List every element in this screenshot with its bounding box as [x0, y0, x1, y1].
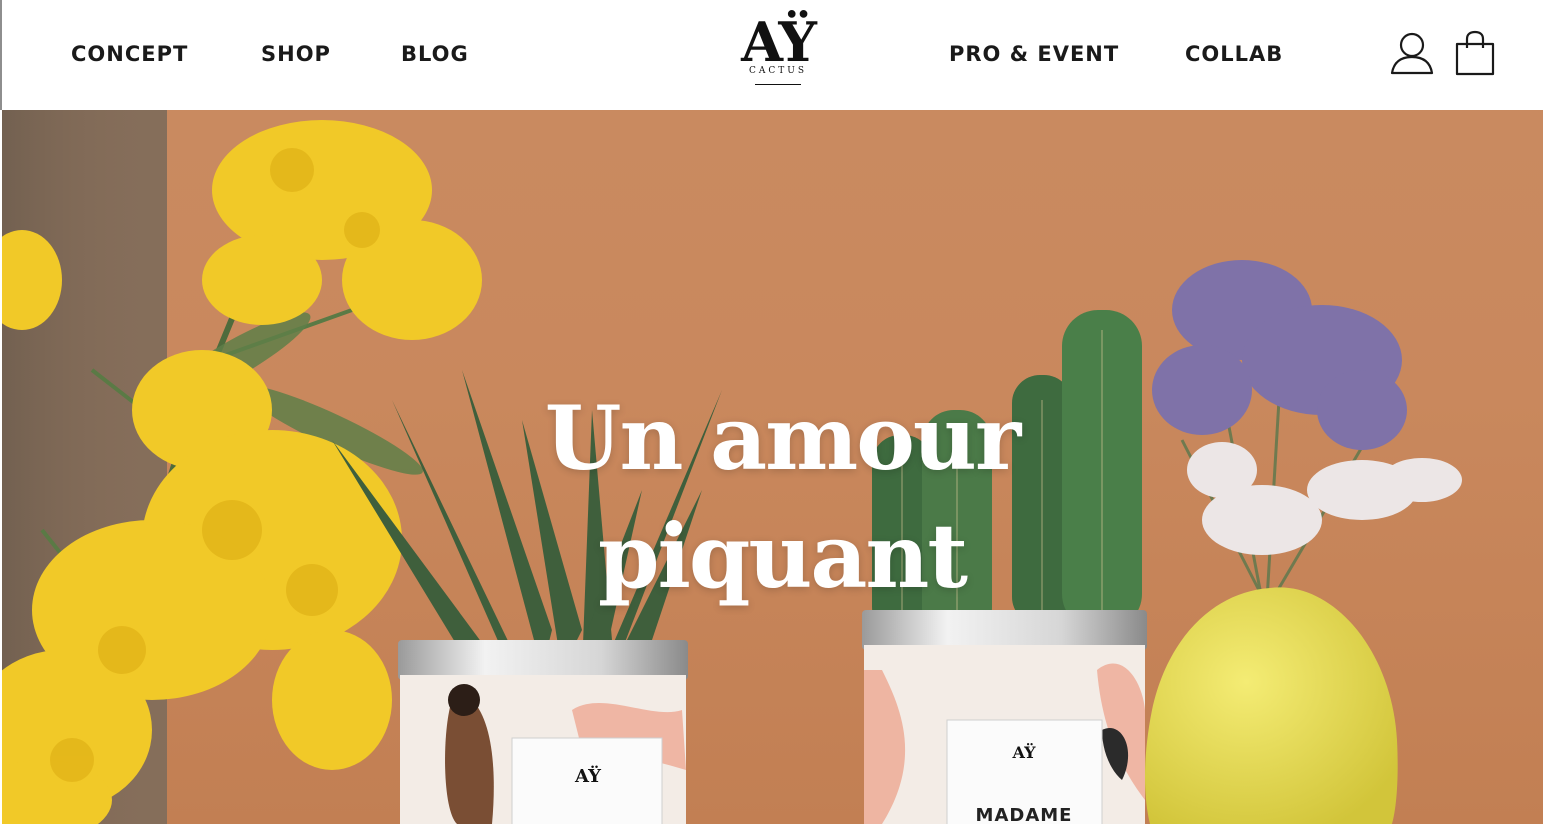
dried-flowers [1152, 260, 1462, 601]
left-pot-label: AŸ [574, 764, 602, 787]
right-pot-label-text: MADAME [976, 805, 1073, 824]
logo-mark: AŸ [741, 10, 817, 74]
logo-underline [755, 84, 801, 85]
site-header: CONCEPT SHOP BLOG AŸ CACTUS PRO & EVENT … [0, 0, 1543, 110]
hero-headline-line1: Un amour [544, 385, 1022, 490]
site-logo[interactable]: AŸ CACTUS [728, 8, 828, 102]
nav-concept[interactable]: CONCEPT [71, 40, 188, 68]
nav-collab[interactable]: COLLAB [1185, 40, 1283, 68]
page: CONCEPT SHOP BLOG AŸ CACTUS PRO & EVENT … [0, 0, 1543, 824]
right-tin: AŸ MADAME [862, 610, 1147, 824]
hero-headline: Un amour piquant [502, 379, 1062, 615]
nav-pro-event[interactable]: PRO & EVENT [949, 40, 1119, 68]
nav-blog[interactable]: BLOG [401, 40, 469, 68]
shopping-bag-icon[interactable] [1454, 30, 1496, 76]
nav-shop[interactable]: SHOP [261, 40, 331, 68]
right-pot-label-logo: AŸ [1011, 742, 1036, 762]
lemon-vase [1145, 587, 1398, 824]
user-icon[interactable] [1390, 30, 1434, 76]
hero-headline-line2: piquant [597, 503, 968, 608]
hero-banner: AŸ AŸ MADAME Un amour piquant [2, 110, 1543, 824]
left-tin: AŸ [398, 640, 688, 824]
